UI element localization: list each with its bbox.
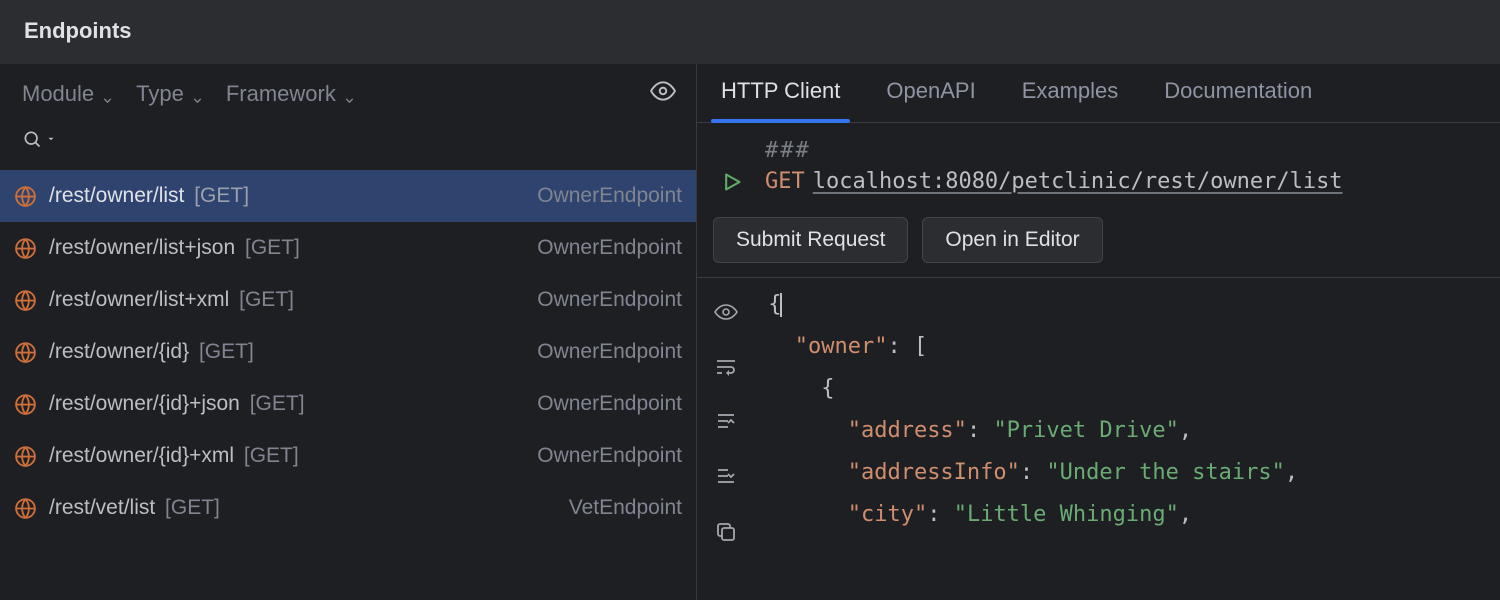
endpoint-icon — [12, 495, 38, 521]
endpoint-row[interactable]: /rest/owner/list [GET] OwnerEndpoint — [0, 170, 696, 222]
preview-icon[interactable] — [714, 300, 738, 329]
endpoint-method: [GET] — [250, 392, 305, 415]
endpoint-row[interactable]: /rest/owner/{id}+json [GET] OwnerEndpoin… — [0, 378, 696, 430]
endpoint-class: OwnerEndpoint — [537, 184, 682, 208]
submit-request-button[interactable]: Submit Request — [713, 217, 908, 263]
soft-wrap-icon[interactable] — [714, 355, 738, 384]
endpoint-path: /rest/owner/{id}+json — [49, 392, 240, 415]
response-area: { "owner": [ { "address": "Privet Drive"… — [697, 277, 1500, 600]
endpoint-path: /rest/owner/list — [49, 184, 184, 207]
http-editor[interactable]: ### GET localhost:8080/petclinic/rest/own… — [697, 123, 1500, 197]
tab-openapi[interactable]: OpenAPI — [886, 78, 975, 122]
endpoint-method: [GET] — [245, 236, 300, 259]
endpoint-icon — [12, 235, 38, 261]
search-icon — [22, 129, 56, 149]
endpoint-path: /rest/owner/list+xml — [49, 288, 229, 311]
tab-examples[interactable]: Examples — [1022, 78, 1119, 122]
endpoint-method: [GET] — [199, 340, 254, 363]
endpoint-class: OwnerEndpoint — [537, 392, 682, 416]
open-in-editor-button[interactable]: Open in Editor — [922, 217, 1102, 263]
endpoint-class: OwnerEndpoint — [537, 444, 682, 468]
http-method: GET — [765, 169, 805, 194]
endpoint-method: [GET] — [165, 496, 220, 519]
scroll-to-bottom-icon[interactable] — [714, 465, 738, 494]
endpoint-class: OwnerEndpoint — [537, 288, 682, 312]
endpoint-row[interactable]: /rest/owner/list+xml [GET] OwnerEndpoint — [0, 274, 696, 326]
filter-module[interactable]: Module — [22, 81, 114, 107]
http-url: localhost:8080/petclinic/rest/owner/list — [813, 169, 1343, 194]
filter-bar: Module Type Framework — [0, 64, 696, 123]
chevron-down-icon — [343, 87, 356, 100]
visibility-icon[interactable] — [650, 78, 676, 109]
response-json[interactable]: { "owner": [ { "address": "Privet Drive"… — [755, 278, 1500, 600]
tab-documentation[interactable]: Documentation — [1164, 78, 1312, 122]
endpoint-icon — [12, 339, 38, 365]
endpoint-class: VetEndpoint — [569, 496, 682, 520]
details-panel: HTTP ClientOpenAPIExamplesDocumentation … — [697, 64, 1500, 600]
filter-framework[interactable]: Framework — [226, 81, 356, 107]
run-icon[interactable] — [717, 171, 747, 193]
endpoint-path: /rest/owner/{id} — [49, 340, 189, 363]
scroll-to-top-icon[interactable] — [714, 410, 738, 439]
endpoint-row[interactable]: /rest/vet/list [GET] VetEndpoint — [0, 482, 696, 534]
tab-http-client[interactable]: HTTP Client — [721, 78, 840, 122]
endpoint-class: OwnerEndpoint — [537, 236, 682, 260]
search-bar[interactable] — [0, 123, 696, 164]
copy-icon[interactable] — [714, 520, 738, 549]
chevron-down-icon — [191, 87, 204, 100]
panel-title: Endpoints — [0, 0, 1500, 64]
tab-bar: HTTP Client OpenAPI Examples Documentation — [697, 64, 1500, 123]
endpoint-icon — [12, 443, 38, 469]
endpoint-path: /rest/vet/list — [49, 496, 155, 519]
endpoint-path: /rest/owner/list+json — [49, 236, 235, 259]
endpoint-row[interactable]: /rest/owner/list+json [GET] OwnerEndpoin… — [0, 222, 696, 274]
filter-type[interactable]: Type — [136, 81, 204, 107]
chevron-down-icon — [101, 87, 114, 100]
endpoint-icon — [12, 287, 38, 313]
endpoint-class: OwnerEndpoint — [537, 340, 682, 364]
endpoint-list: /rest/owner/list [GET] OwnerEndpoint /re… — [0, 170, 696, 600]
endpoint-method: [GET] — [194, 184, 249, 207]
endpoint-path: /rest/owner/{id}+xml — [49, 444, 234, 467]
endpoint-row[interactable]: /rest/owner/{id} [GET] OwnerEndpoint — [0, 326, 696, 378]
endpoint-icon — [12, 391, 38, 417]
endpoint-method: [GET] — [239, 288, 294, 311]
endpoint-panel: Module Type Framework /rest/owner/list [GE… — [0, 64, 697, 600]
endpoint-method: [GET] — [244, 444, 299, 467]
request-separator: ### — [765, 138, 811, 163]
endpoint-icon — [12, 183, 38, 209]
endpoint-row[interactable]: /rest/owner/{id}+xml [GET] OwnerEndpoint — [0, 430, 696, 482]
